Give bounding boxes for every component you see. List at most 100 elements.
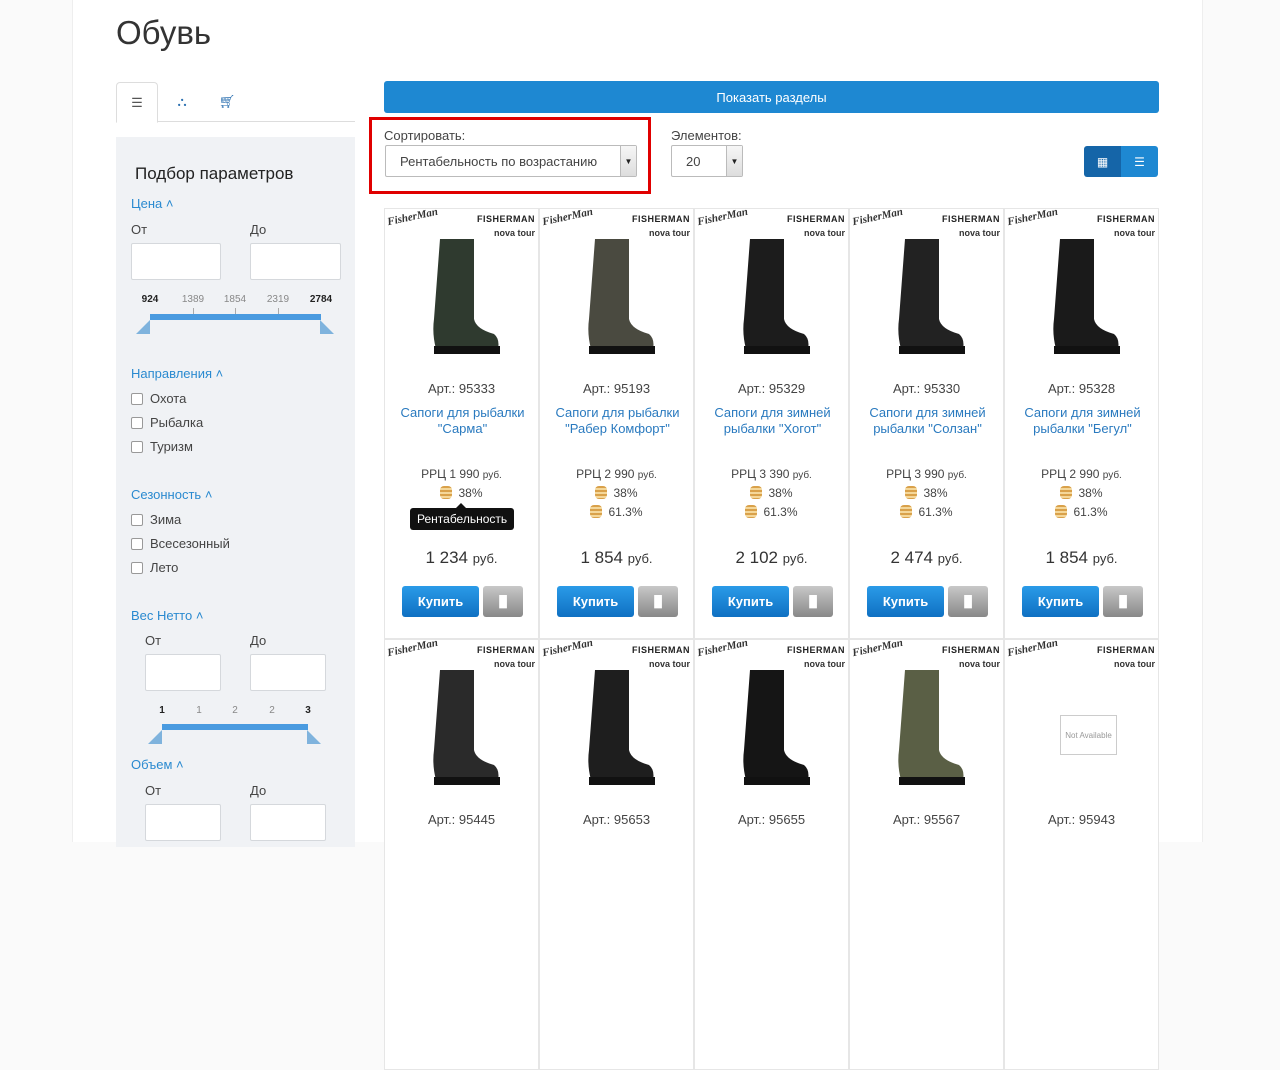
sidebar-tabs: ☰ ⛬ 🛒︎ [116,82,355,123]
margin-value: 61.3% [1005,505,1158,519]
product-article: Арт.: 95193 [582,381,651,396]
profitability-value: 38% [540,486,693,500]
volume-from-input[interactable] [145,804,221,841]
weight-from-input[interactable] [145,654,221,691]
product-card: FisherMan FISHERMAN nova tour Арт.: 95330 С… [849,205,1004,639]
coins-icon [905,486,918,499]
checkbox-fishing[interactable]: Рыбалка [131,415,203,430]
compare-button[interactable]: ▐▌ [638,586,678,617]
volume-from-label: От [145,783,162,798]
bar-chart-icon: ▐▌ [805,595,821,608]
checkbox-tourism[interactable]: Туризм [131,439,193,454]
product-image[interactable] [577,234,657,359]
sliders-icon: ☰ [131,94,143,110]
product-image[interactable] [732,665,812,790]
tab-filter[interactable]: ☰ [116,82,158,123]
profitability-value: 38% [850,486,1003,500]
slider-handle-max[interactable] [320,320,334,334]
product-image[interactable] [732,234,812,359]
margin-value: 61.3% [850,505,1003,519]
product-card: FisherMan FISHERMAN nova tour Арт.: 95328 С… [1004,206,1159,639]
checkbox-winter[interactable]: Зима [131,512,181,527]
tab-cart[interactable]: 🛒︎ [206,82,248,122]
filter-title: Подбор параметров [135,164,294,183]
brand-logo: FisherMan [541,205,595,229]
weight-from-label: От [145,633,162,648]
coins-icon [440,486,453,499]
brand-logo: FisherMan [386,636,440,660]
profitability-value: 38% [695,486,848,500]
view-list-button[interactable]: ☰ [1121,146,1158,177]
checkbox-summer[interactable]: Лето [131,560,178,575]
checkbox-hunting[interactable]: Охота [131,391,186,406]
coins-icon [590,505,603,518]
slider-handle-max[interactable] [307,730,321,744]
sort-label: Сортировать: [384,128,466,143]
product-name-link[interactable]: Сапоги для зимней рыбалки "Бегул" [1013,405,1152,437]
coins-icon [750,486,763,499]
product-price: 1 234 руб. [425,548,498,567]
count-select[interactable]: 20 ▼ [671,145,743,177]
product-name-link[interactable]: Сапоги для рыбалки "Сарма" [393,405,532,437]
product-price: 2 102 руб. [735,548,808,567]
buy-button[interactable]: Купить [557,586,634,617]
product-price: 1 854 руб. [580,548,653,567]
coins-icon [745,505,758,518]
buy-button[interactable]: Купить [867,586,944,617]
price-from-label: От [131,222,148,237]
filter-weight-toggle[interactable]: Вес Нетто ˄ [131,608,203,623]
product-image[interactable] [887,234,967,359]
filter-season-toggle[interactable]: Сезонность ˄ [131,487,212,502]
weight-to-input[interactable] [250,654,326,691]
product-price: 1 854 руб. [1045,548,1118,567]
price-to-input[interactable] [250,243,341,280]
coins-icon [900,505,913,518]
buy-button[interactable]: Купить [1022,586,1099,617]
brand-logo: FisherMan [696,636,750,660]
volume-to-input[interactable] [250,804,326,841]
compare-button[interactable]: ▐▌ [483,586,523,617]
view-grid-button[interactable]: ▦ [1084,146,1121,177]
product-image[interactable] [422,234,502,359]
filter-directions-toggle[interactable]: Направления ˄ [131,366,223,381]
tab-sections[interactable]: ⛬ [161,82,203,122]
checkbox-allseason[interactable]: Всесезонный [131,536,230,551]
product-name-link[interactable]: Сапоги для зимней рыбалки "Солзан" [858,405,997,437]
margin-value: 61.3% [695,505,848,519]
product-image-placeholder[interactable]: Not Available [1060,715,1117,755]
buy-button[interactable]: Купить [402,586,479,617]
product-article: Арт.: 95445 [427,812,496,827]
weight-slider[interactable]: 1 1 2 2 3 [116,705,355,755]
profitability-value: 38% [1005,486,1158,500]
show-sections-button[interactable]: Показать разделы [384,81,1159,113]
product-card: FisherMan FISHERMAN nova tour Арт.: 95193 С… [539,205,694,639]
weight-to-label: До [250,633,267,648]
brand-logo: FisherMan [851,205,905,229]
price-from-input[interactable] [131,243,221,280]
product-image[interactable] [1042,234,1122,359]
product-article: Арт.: 95943 [1047,812,1116,827]
filter-volume-toggle[interactable]: Объем ˄ [131,757,184,772]
product-card: FisherMan FISHERMAN nova tour Арт.: 95653 [539,637,694,1070]
product-name-link[interactable]: Сапоги для зимней рыбалки "Хогот" [703,405,842,437]
compare-button[interactable]: ▐▌ [948,586,988,617]
compare-button[interactable]: ▐▌ [793,586,833,617]
product-image[interactable] [577,665,657,790]
product-rrc: РРЦ 3 990 руб. [886,467,967,481]
price-slider[interactable]: 924 1389 1854 2319 2784 [116,292,355,342]
filter-price-toggle[interactable]: Цена ˄ [131,196,173,211]
slider-handle-min[interactable] [148,730,162,744]
sitemap-icon: ⛬ [177,94,187,109]
compare-button[interactable]: ▐▌ [1103,586,1143,617]
bar-chart-icon: ▐▌ [1115,595,1131,608]
profitability-value: 38% [385,486,538,500]
sort-select[interactable]: Рентабельность по возрастанию ▼ [385,145,637,177]
product-image[interactable] [887,665,967,790]
coins-icon [1055,505,1068,518]
buy-button[interactable]: Купить [712,586,789,617]
brand-label: FISHERMAN nova tour [1097,645,1155,669]
product-card: FisherMan FISHERMAN nova tour Арт.: 95567 [849,637,1004,1070]
product-image[interactable] [422,665,502,790]
product-name-link[interactable]: Сапоги для рыбалки "Рабер Комфорт" [548,405,687,437]
slider-handle-min[interactable] [136,320,150,334]
